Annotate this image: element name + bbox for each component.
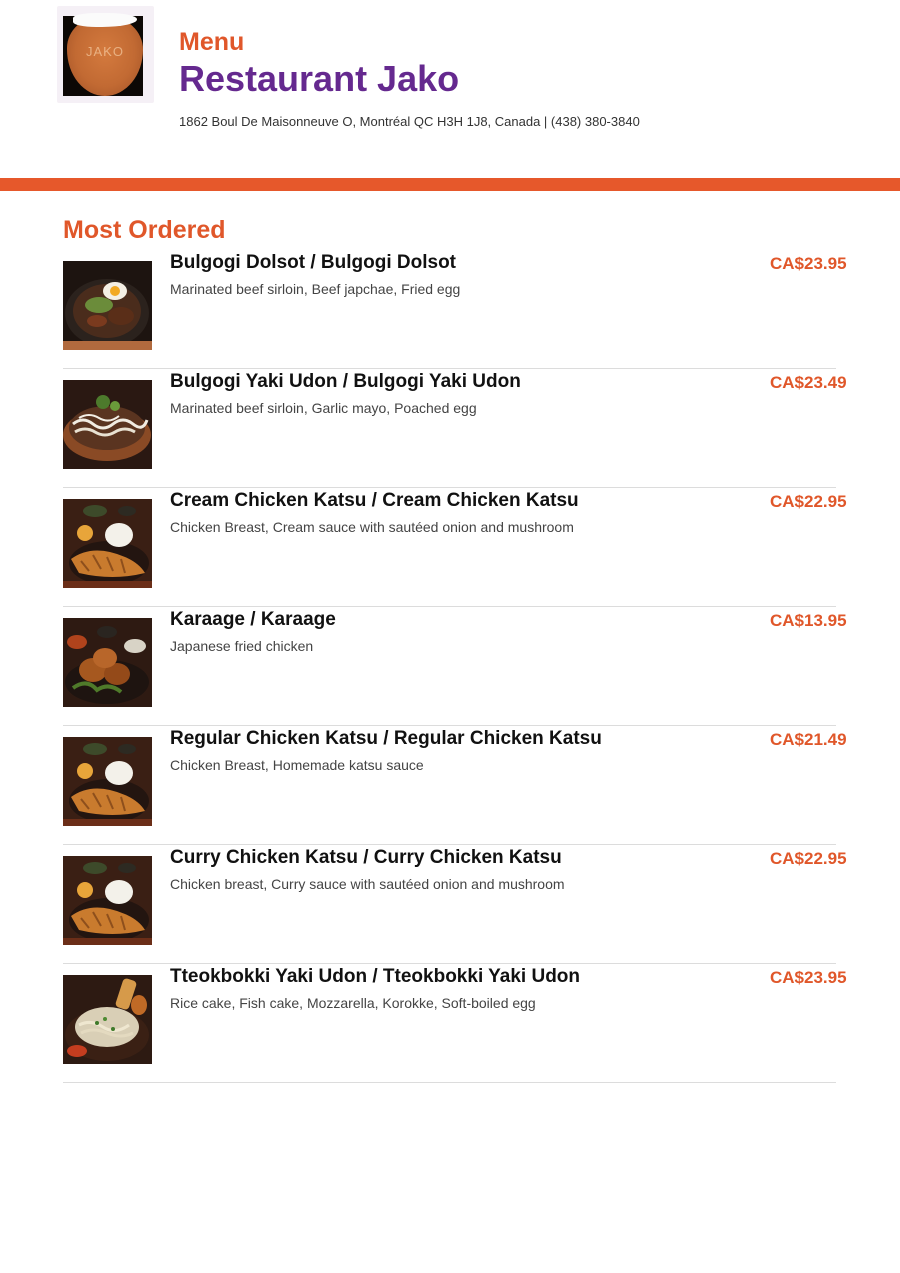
menu-item[interactable]: Curry Chicken Katsu / Curry Chicken Kats… [63, 845, 847, 964]
logo-background: JAKO [63, 13, 143, 96]
chicken-katsu-image [63, 856, 152, 945]
item-price: CA$13.95 [770, 611, 847, 630]
chicken-katsu-image [63, 499, 152, 588]
chicken-katsu-photo [63, 856, 152, 945]
item-name: Karaage / Karaage [170, 609, 336, 630]
logo-disc: JAKO [67, 13, 143, 96]
item-price: CA$23.95 [770, 254, 847, 273]
bulgogi-yaki-udon-image [63, 380, 152, 469]
item-description: Marinated beef sirloin, Beef japchae, Fr… [170, 281, 461, 297]
chicken-katsu-photo [63, 499, 152, 588]
section-title: Most Ordered [63, 216, 226, 244]
item-description: Japanese fried chicken [170, 638, 314, 654]
chicken-katsu-photo [63, 737, 152, 826]
menu-header: JAKO Menu Restaurant Jako 1862 Boul De M… [0, 0, 900, 178]
chicken-katsu-image [63, 737, 152, 826]
tteokbokki-yaki-udon-image [63, 975, 152, 1064]
bulgogi-dolsot-image [63, 261, 152, 350]
item-name: Bulgogi Dolsot / Bulgogi Dolsot [170, 252, 457, 273]
logo-text: JAKO [86, 44, 124, 59]
item-name: Bulgogi Yaki Udon / Bulgogi Yaki Udon [170, 371, 521, 392]
item-price: CA$22.95 [770, 849, 847, 868]
item-description: Chicken breast, Curry sauce with sautéed… [170, 876, 565, 892]
menu-item[interactable]: Tteokbokki Yaki Udon / Tteokbokki Yaki U… [63, 964, 847, 1083]
restaurant-logo: JAKO [57, 6, 154, 103]
item-price: CA$23.49 [770, 373, 847, 392]
restaurant-address: 1862 Boul De Maisonneuve O, Montréal QC … [179, 114, 640, 129]
restaurant-name: Restaurant Jako [179, 58, 460, 99]
karaage-photo [63, 618, 152, 707]
item-description: Marinated beef sirloin, Garlic mayo, Poa… [170, 400, 477, 416]
header-divider-bar [0, 178, 900, 191]
menu-item[interactable]: Cream Chicken Katsu / Cream Chicken Kats… [63, 488, 847, 607]
item-price: CA$21.49 [770, 730, 847, 749]
menu-item[interactable]: Karaage / Karaage Japanese fried chicken… [63, 607, 847, 726]
item-name: Tteokbokki Yaki Udon / Tteokbokki Yaki U… [170, 966, 581, 987]
menu-item[interactable]: Regular Chicken Katsu / Regular Chicken … [63, 726, 847, 845]
item-description: Chicken Breast, Cream sauce with sautéed… [170, 519, 574, 535]
item-description: Rice cake, Fish cake, Mozzarella, Korokk… [170, 995, 536, 1011]
tteokbokki-yaki-udon-photo [63, 975, 152, 1064]
menu-item-list: Bulgogi Dolsot / Bulgogi Dolsot Marinate… [63, 250, 847, 1083]
item-name: Regular Chicken Katsu / Regular Chicken … [170, 728, 602, 749]
item-price: CA$22.95 [770, 492, 847, 511]
bulgogi-dolsot-photo [63, 261, 152, 350]
karaage-image [63, 618, 152, 707]
menu-label: Menu [179, 28, 245, 56]
menu-item[interactable]: Bulgogi Yaki Udon / Bulgogi Yaki Udon Ma… [63, 369, 847, 488]
item-name: Curry Chicken Katsu / Curry Chicken Kats… [170, 847, 562, 868]
item-name: Cream Chicken Katsu / Cream Chicken Kats… [170, 490, 579, 511]
item-description: Chicken Breast, Homemade katsu sauce [170, 757, 424, 773]
item-price: CA$23.95 [770, 968, 847, 987]
bulgogi-yaki-udon-photo [63, 380, 152, 469]
menu-item[interactable]: Bulgogi Dolsot / Bulgogi Dolsot Marinate… [63, 250, 847, 369]
